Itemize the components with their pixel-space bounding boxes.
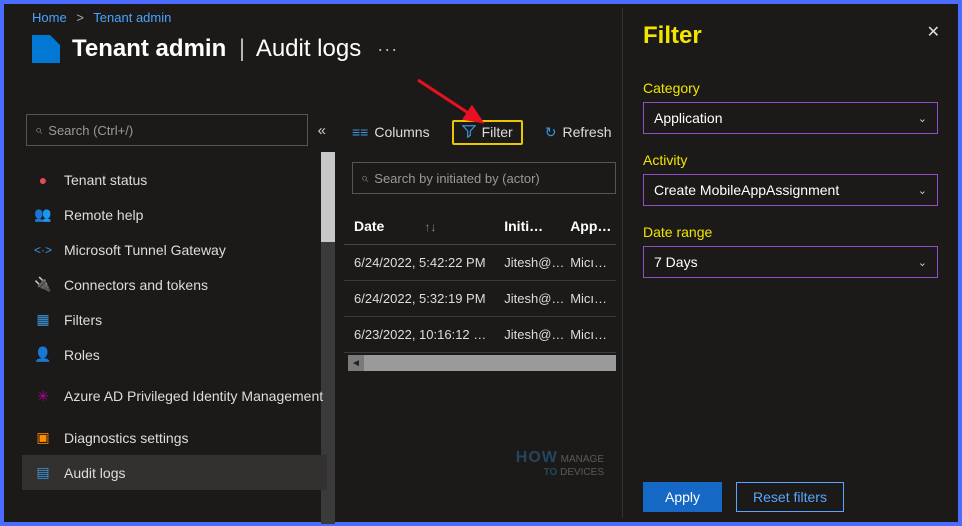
label-activity: Activity [643, 152, 938, 168]
resource-icon [32, 35, 60, 63]
page-title-main: Tenant admin [72, 35, 226, 62]
app-frame: Home > Tenant admin Tenant admin | Audit… [0, 0, 962, 526]
table-search[interactable]: ⌕ Search by initiated by (actor) [352, 162, 616, 194]
sidebar-item-label: Tenant status [64, 172, 147, 188]
overflow-menu[interactable]: ··· [377, 39, 398, 60]
sidebar-item-label: Remote help [64, 207, 143, 223]
filter-actions: Apply Reset filters [643, 482, 844, 512]
sidebar-item-pim[interactable]: ✳ Azure AD Privileged Identity Managemen… [22, 372, 327, 420]
col-application[interactable]: App… [570, 218, 616, 234]
chevron-down-icon: ⌄ [918, 256, 927, 269]
sidebar-item-remote-help[interactable]: 👥 Remote help [22, 197, 327, 232]
apply-button[interactable]: Apply [643, 482, 722, 512]
sidebar-item-label: Azure AD Privileged Identity Management [64, 388, 323, 405]
roles-icon: 👤 [34, 346, 52, 364]
dropdown-value: Create MobileAppAssignment [654, 182, 839, 198]
audit-table: Date↑↓ Initi… App… 6/24/2022, 5:42:22 PM… [344, 212, 616, 371]
refresh-button[interactable]: ↻ Refresh [545, 124, 612, 141]
sidebar-item-label: Audit logs [64, 465, 125, 481]
sidebar-item-filters[interactable]: ▦ Filters [22, 302, 327, 337]
columns-icon: ≡≡ [352, 124, 368, 140]
breadcrumb-tenant[interactable]: Tenant admin [93, 10, 171, 25]
table-header: Date↑↓ Initi… App… [344, 212, 616, 245]
chevron-down-icon: ⌄ [918, 112, 927, 125]
search-icon: ⌕ [35, 122, 42, 138]
dropdown-date-range[interactable]: 7 Days ⌄ [643, 246, 938, 278]
filter-panel: Filter ✕ Category Application ⌄ Activity… [622, 8, 954, 518]
sidebar-item-roles[interactable]: 👤 Roles [22, 337, 327, 372]
toolbar: ≡≡ Columns Filter ↻ Refresh [344, 114, 616, 150]
close-icon[interactable]: ✕ [927, 22, 940, 42]
columns-button[interactable]: ≡≡ Columns [352, 124, 430, 140]
col-initiated[interactable]: Initi… [504, 218, 570, 234]
table-row[interactable]: 6/23/2022, 10:16:12 … Jitesh@… Micı… [344, 317, 616, 353]
reset-filters-button[interactable]: Reset filters [736, 482, 844, 512]
status-icon: ● [34, 171, 52, 189]
sidebar-item-label: Roles [64, 347, 100, 363]
diagnostics-icon: ▣ [34, 429, 52, 447]
main-content: ≡≡ Columns Filter ↻ Refresh ⌕ Search by … [344, 114, 616, 518]
tunnel-icon: <·> [34, 241, 52, 259]
page-title-sub: Audit logs [256, 35, 361, 62]
filter-label: Filter [482, 124, 513, 140]
sidebar-item-label: Diagnostics settings [64, 430, 189, 446]
refresh-label: Refresh [562, 124, 611, 140]
sort-icon: ↑↓ [424, 220, 436, 234]
filter-panel-title: Filter [643, 22, 938, 50]
filters-icon: ▦ [34, 311, 52, 329]
sidebar-search-placeholder: Search (Ctrl+/) [48, 123, 133, 138]
dropdown-activity[interactable]: Create MobileAppAssignment ⌄ [643, 174, 938, 206]
sidebar-item-connectors[interactable]: 🔌 Connectors and tokens [22, 267, 327, 302]
table-h-scrollbar[interactable]: ◄ [348, 355, 616, 371]
page-title: Tenant admin | Audit logs [72, 35, 361, 63]
connector-icon: 🔌 [34, 276, 52, 294]
audit-icon: ▤ [34, 464, 52, 482]
sidebar-item-audit-logs[interactable]: ▤ Audit logs [22, 455, 327, 490]
breadcrumb-home[interactable]: Home [32, 10, 67, 25]
label-date-range: Date range [643, 224, 938, 240]
pim-icon: ✳ [34, 387, 52, 405]
sidebar-nav: ● Tenant status 👥 Remote help <·> Micros… [22, 162, 327, 522]
sidebar-item-label: Filters [64, 312, 102, 328]
label-category: Category [643, 80, 938, 96]
sidebar-collapse[interactable]: « [318, 122, 326, 139]
scroll-left-icon[interactable]: ◄ [348, 355, 364, 371]
sidebar-header: ⌕ Search (Ctrl+/) « [26, 114, 326, 146]
sidebar-item-tenant-status[interactable]: ● Tenant status [22, 162, 327, 197]
people-icon: 👥 [34, 206, 52, 224]
table-search-placeholder: Search by initiated by (actor) [374, 171, 539, 186]
dropdown-value: 7 Days [654, 254, 698, 270]
sidebar-item-label: Connectors and tokens [64, 277, 208, 293]
breadcrumb-sep: > [76, 10, 84, 25]
table-row[interactable]: 6/24/2022, 5:32:19 PM Jitesh@… Micı… [344, 281, 616, 317]
columns-label: Columns [374, 124, 429, 140]
refresh-icon: ↻ [545, 124, 557, 141]
sidebar-item-diagnostics[interactable]: ▣ Diagnostics settings [22, 420, 327, 455]
search-icon: ⌕ [361, 170, 368, 186]
page-title-sep: | [239, 35, 245, 62]
sidebar-item-label: Microsoft Tunnel Gateway [64, 242, 226, 258]
chevron-down-icon: ⌄ [918, 184, 927, 197]
dropdown-value: Application [654, 110, 723, 126]
sidebar-search[interactable]: ⌕ Search (Ctrl+/) [26, 114, 308, 146]
sidebar-item-tunnel-gateway[interactable]: <·> Microsoft Tunnel Gateway [22, 232, 327, 267]
col-date[interactable]: Date↑↓ [354, 218, 504, 234]
dropdown-category[interactable]: Application ⌄ [643, 102, 938, 134]
filter-button[interactable]: Filter [452, 120, 523, 145]
filter-icon [462, 124, 476, 141]
table-row[interactable]: 6/24/2022, 5:42:22 PM Jitesh@… Micı… [344, 245, 616, 281]
